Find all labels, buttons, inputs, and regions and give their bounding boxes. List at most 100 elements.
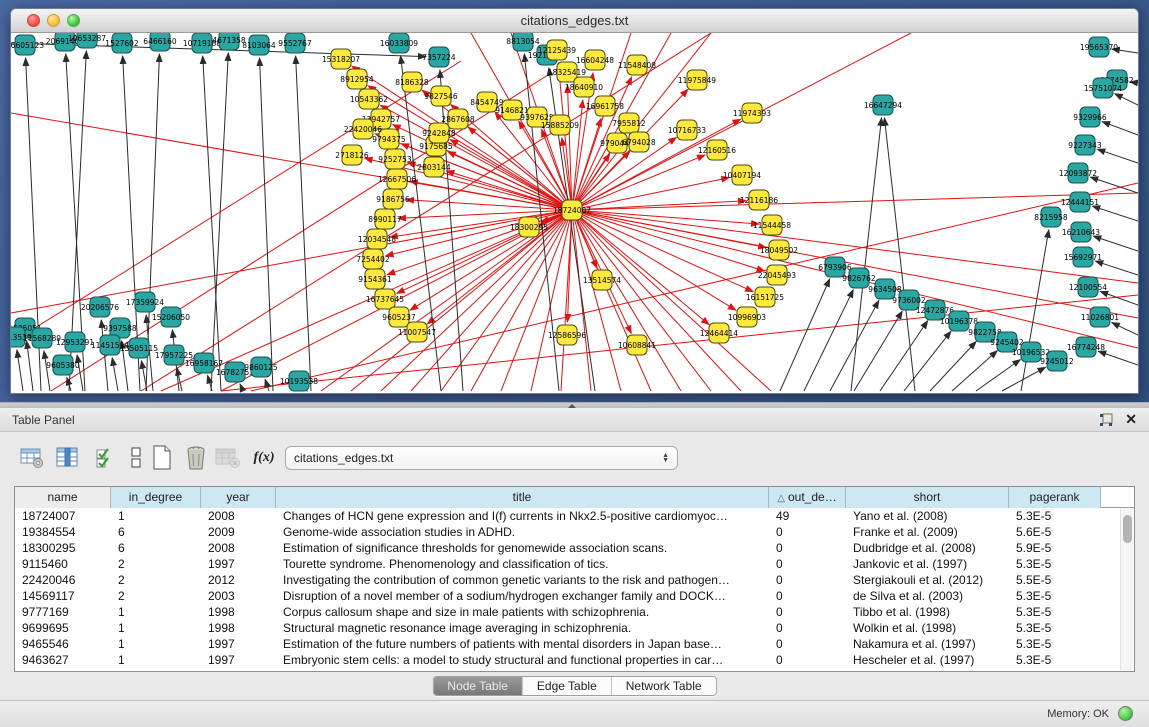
table-cell: Changes of HCN gene expression and I(f) … <box>276 508 769 524</box>
node-label: 9827546 <box>424 92 458 101</box>
node-label: 15751074 <box>1084 84 1122 93</box>
graph-edge <box>830 300 879 391</box>
node-label: 12125439 <box>538 46 576 55</box>
table-row[interactable]: 946554611997Estimation of the future num… <box>15 636 1134 652</box>
close-panel-icon[interactable]: ✕ <box>1125 411 1137 428</box>
citation-edge <box>471 210 572 391</box>
graph-edge <box>804 290 853 391</box>
column-header-pagerank[interactable]: pagerank <box>1009 487 1101 508</box>
node-label: 12472876 <box>916 306 954 315</box>
tab-edge-table[interactable]: Edge Table <box>523 677 612 695</box>
table-settings-icon[interactable] <box>18 444 46 472</box>
table-row[interactable]: 977716911998Corpus callosum shape and si… <box>15 604 1134 620</box>
node-label: 16961758 <box>586 102 624 111</box>
node-label: 10193538 <box>280 377 318 386</box>
node-label: 9252753 <box>378 155 412 164</box>
row-height-icon[interactable] <box>122 444 150 472</box>
table-cell: 5.3E-5 <box>1009 588 1101 604</box>
table-row[interactable]: 969969511998Structural magnetic resonanc… <box>15 620 1134 636</box>
network-window-titlebar[interactable]: citations_edges.txt <box>11 9 1138 33</box>
table-cell: 1 <box>111 604 201 620</box>
network-canvas[interactable]: 1660512320691406106532871527602646616010… <box>11 33 1138 394</box>
table-cell: 22420046 <box>15 572 111 588</box>
table-row[interactable]: 2242004622012Investigating the contribut… <box>15 572 1134 588</box>
scrollbar-thumb[interactable] <box>1123 515 1132 543</box>
table-row[interactable]: 1938455462009Genome-wide association stu… <box>15 524 1134 540</box>
tab-network-table[interactable]: Network Table <box>612 677 716 695</box>
node-label: 9794375 <box>372 135 406 144</box>
network-window[interactable]: citations_edges.txt 16605123206914061065… <box>10 8 1139 394</box>
column-header-title[interactable]: title <box>276 487 769 508</box>
node-label: 9860125 <box>244 363 278 372</box>
graph-edge <box>952 351 997 391</box>
node-label: 16774248 <box>1067 343 1105 352</box>
table-row[interactable]: 1456911722003Disruption of a novel membe… <box>15 588 1134 604</box>
graph-edge <box>211 53 228 391</box>
graph-edge <box>296 56 311 391</box>
node-label: 9245402 <box>990 338 1024 347</box>
table-source-dropdown[interactable]: citations_edges.txt ▲▼ <box>285 446 678 470</box>
table-cell: 18300295 <box>15 540 111 556</box>
memory-status-label: Memory: OK <box>1047 708 1109 720</box>
node-label: 10996903 <box>728 313 766 322</box>
node-label: 12586596 <box>548 331 586 340</box>
dropdown-arrows-icon: ▲▼ <box>662 453 669 463</box>
node-label: 13514574 <box>583 276 621 285</box>
table-cell: Disruption of a novel member of a sodium… <box>276 588 769 604</box>
graph-edge <box>17 350 23 391</box>
node-label: 15206050 <box>152 313 190 322</box>
table-toolbar: f(x) citations_edges.txt ▲▼ <box>0 438 1149 480</box>
graph-edge <box>44 351 50 391</box>
node-label: 9634508 <box>868 285 902 294</box>
column-header-name[interactable]: name <box>15 487 111 508</box>
table-cell: 1997 <box>201 636 276 652</box>
column-header-short[interactable]: short <box>846 487 1009 508</box>
table-cell: Dudbridge et al. (2008) <box>846 540 1009 556</box>
node-label: 2803144 <box>417 163 451 172</box>
table-cell: Estimation of significance thresholds fo… <box>276 540 769 556</box>
table-source-value: citations_edges.txt <box>294 451 662 465</box>
vertical-scrollbar[interactable] <box>1120 509 1133 670</box>
function-builder-icon[interactable]: f(x) <box>250 444 278 472</box>
network-graph[interactable]: 1660512320691406106532871527602646616010… <box>11 33 1138 394</box>
node-label: 9736002 <box>892 296 926 305</box>
graph-edge <box>240 384 243 391</box>
column-header-in_degree[interactable]: in_degree <box>111 487 201 508</box>
column-visibility-icon[interactable] <box>54 444 82 472</box>
node-label: 15692971 <box>1064 253 1102 262</box>
node-label: 9605380 <box>46 361 80 370</box>
table-cell: 2 <box>111 588 201 604</box>
node-label: 9826762 <box>842 274 876 283</box>
delete-column-icon[interactable] <box>182 444 210 472</box>
table-row[interactable]: 946362711997Embryonic stem cells: a mode… <box>15 652 1134 668</box>
table-cell: Wolkin et al. (1998) <box>846 620 1009 636</box>
node-label: 12464414 <box>700 329 738 338</box>
table-row[interactable]: 1872400712008Changes of HCN gene express… <box>15 508 1134 524</box>
table-cell: Jankovic et al. (1997) <box>846 556 1009 572</box>
tab-node-table[interactable]: Node Table <box>433 677 523 695</box>
node-label: 12160516 <box>698 146 736 155</box>
citation-edge <box>572 210 621 391</box>
node-label: 8215958 <box>1034 213 1068 222</box>
node-label: 12034548 <box>358 235 396 244</box>
table-cell: 5.3E-5 <box>1009 604 1101 620</box>
float-panel-icon[interactable] <box>1099 413 1113 427</box>
node-label: 7955812 <box>612 119 646 128</box>
node-label: 11026801 <box>1081 313 1119 322</box>
citation-edge <box>572 210 771 391</box>
node-label: 9154361 <box>358 275 392 284</box>
new-column-icon[interactable] <box>148 444 176 472</box>
node-label: 12100554 <box>1069 283 1107 292</box>
node-label: 16604248 <box>576 56 614 65</box>
column-checklist-icon[interactable] <box>92 444 120 472</box>
graph-edge <box>880 321 928 391</box>
node-label: 15318207 <box>322 55 360 64</box>
column-header-out_de[interactable]: △out_de… <box>769 487 846 508</box>
table-cell: 1 <box>111 636 201 652</box>
table-row[interactable]: 1830029562008Estimation of significance … <box>15 540 1134 556</box>
citation-edge <box>411 210 572 391</box>
node-label: 16647294 <box>864 101 902 110</box>
node-label: 8990117 <box>368 215 402 224</box>
column-header-year[interactable]: year <box>201 487 276 508</box>
table-row[interactable]: 911546021997Tourette syndrome. Phenomeno… <box>15 556 1134 572</box>
